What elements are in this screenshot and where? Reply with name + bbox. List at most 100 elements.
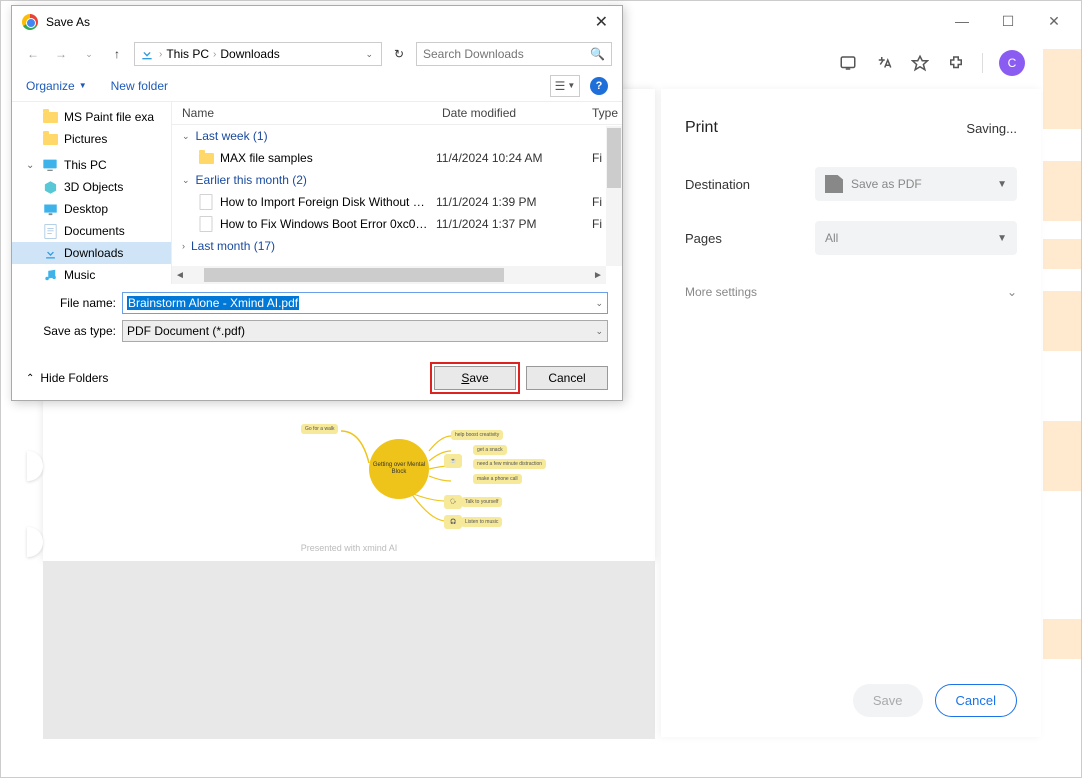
search-box[interactable]: 🔍 (416, 42, 612, 66)
mindmap-branch: need a few minute distraction (473, 459, 546, 469)
nav-recent-dropdown[interactable]: ⌄ (78, 43, 100, 65)
address-breadcrumb[interactable]: › This PC › Downloads ⌄ (134, 42, 382, 66)
mindmap-preview: Getting over Mental Block Go for a walk … (311, 421, 551, 551)
pages-select[interactable]: All ▼ (815, 221, 1017, 255)
help-button[interactable]: ? (590, 77, 608, 95)
destination-select[interactable]: Save as PDF ▼ (815, 167, 1017, 201)
preview-background (43, 561, 655, 739)
mindmap-branch: make a phone call (473, 474, 522, 484)
tree-item-label: Documents (64, 224, 125, 238)
file-group-header[interactable]: ⌄Earlier this month (2) (172, 169, 622, 191)
search-icon: 🔍 (590, 47, 605, 61)
profile-avatar[interactable]: C (999, 50, 1025, 76)
tree-item-ms-paint-file-exa[interactable]: MS Paint file exa (12, 106, 171, 128)
cast-icon[interactable] (838, 53, 858, 73)
mindmap-connectors (311, 421, 551, 551)
bg-decoration (1043, 239, 1081, 269)
nav-forward-button[interactable]: → (50, 43, 72, 65)
bg-decoration (1043, 291, 1081, 351)
tree-item-label: 3D Objects (64, 180, 123, 194)
pages-value: All (825, 231, 838, 245)
mindmap-branch: get a snack (473, 445, 507, 455)
list-header[interactable]: Name Date modified Type (172, 102, 622, 125)
dialog-save-button[interactable]: Save (434, 366, 516, 390)
mindmap-branch: Go for a walk (301, 424, 338, 434)
folder-icon (42, 131, 58, 147)
tree-item-label: Pictures (64, 132, 107, 146)
print-panel: Print Saving... Destination Save as PDF … (661, 89, 1041, 737)
tree-item-pictures[interactable]: Pictures (12, 128, 171, 150)
tree-item-desktop[interactable]: Desktop (12, 198, 171, 220)
translate-icon[interactable] (874, 53, 894, 73)
refresh-button[interactable]: ↻ (388, 43, 410, 65)
folder-tree: MS Paint file exa Pictures ⌄This PC 3D Obje… (12, 102, 172, 284)
column-date[interactable]: Date modified (442, 106, 592, 120)
chrome-icon (22, 14, 38, 30)
breadcrumb-item[interactable]: This PC (166, 47, 209, 61)
search-input[interactable] (423, 47, 590, 61)
nav-back-button[interactable]: ← (22, 43, 44, 65)
window-minimize-button[interactable]: — (939, 5, 985, 37)
column-name[interactable]: Name (182, 106, 442, 120)
tree-item-3d-objects[interactable]: 3D Objects (12, 176, 171, 198)
chevron-down-icon[interactable]: ⌄ (595, 298, 603, 309)
file-row[interactable]: How to Import Foreign Disk Without Losi.… (172, 191, 622, 213)
pc-icon (42, 157, 58, 173)
hide-folders-toggle[interactable]: ⌃ Hide Folders (26, 371, 108, 385)
bookmark-star-icon[interactable] (910, 53, 930, 73)
file-row[interactable]: MAX file samples11/4/2024 10:24 AMFi (172, 147, 622, 169)
tree-item-downloads[interactable]: Downloads (12, 242, 171, 264)
chevron-down-icon: ▼ (997, 233, 1007, 244)
dialog-close-button[interactable]: ✕ (591, 8, 612, 36)
savetype-select[interactable]: PDF Document (*.pdf) ⌄ (122, 320, 608, 342)
desktop-icon (42, 201, 58, 217)
folder-icon (198, 150, 214, 166)
mindmap-branch-icon: 🎧 (444, 515, 462, 529)
vertical-scrollbar[interactable] (606, 126, 622, 266)
more-settings-toggle[interactable]: More settings ⌄ (661, 271, 1041, 313)
filename-label: File name: (26, 296, 116, 310)
print-status: Saving... (966, 121, 1017, 136)
bg-decoration (1043, 619, 1081, 659)
chevron-icon: ⌄ (182, 175, 190, 186)
print-title: Print (685, 119, 718, 137)
pdf-icon (825, 175, 843, 193)
extensions-icon[interactable] (946, 53, 966, 73)
dialog-title: Save As (46, 15, 90, 29)
tree-item-label: Music (64, 268, 95, 282)
dialog-cancel-button[interactable]: Cancel (526, 366, 608, 390)
file-row[interactable]: How to Fix Windows Boot Error 0xc00000..… (172, 213, 622, 235)
tree-item-music[interactable]: Music (12, 264, 171, 284)
organize-menu[interactable]: Organize ▼ (26, 79, 87, 93)
chevron-down-icon: ▼ (997, 179, 1007, 190)
print-cancel-button[interactable]: Cancel (935, 684, 1017, 717)
doc-icon (42, 223, 58, 239)
tree-item-this-pc[interactable]: ⌄This PC (12, 154, 171, 176)
3d-icon (42, 179, 58, 195)
preview-handle[interactable] (27, 527, 43, 557)
file-group-header[interactable]: ›Last month (17) (172, 235, 622, 257)
tree-item-label: Downloads (64, 246, 123, 260)
file-group-header[interactable]: ⌄Last week (1) (172, 125, 622, 147)
view-options-button[interactable]: ☰ ▼ (550, 75, 580, 97)
bg-decoration (1043, 49, 1081, 129)
breadcrumb-item[interactable]: Downloads (220, 47, 279, 61)
new-folder-button[interactable]: New folder (111, 79, 168, 93)
window-maximize-button[interactable]: ☐ (985, 5, 1031, 37)
tree-item-label: MS Paint file exa (64, 110, 154, 124)
filename-value: Brainstorm Alone - Xmind AI.pdf (127, 296, 299, 310)
nav-up-button[interactable]: ↑ (106, 43, 128, 65)
column-type[interactable]: Type (592, 106, 612, 120)
window-close-button[interactable]: ✕ (1031, 5, 1077, 37)
tree-item-documents[interactable]: Documents (12, 220, 171, 242)
dialog-titlebar: Save As ✕ (12, 6, 622, 38)
breadcrumb-dropdown[interactable]: ⌄ (361, 49, 377, 60)
divider (982, 53, 983, 73)
filename-input[interactable]: Brainstorm Alone - Xmind AI.pdf ⌄ (122, 292, 608, 314)
preview-handle[interactable] (27, 451, 43, 481)
print-save-button[interactable]: Save (853, 684, 923, 717)
chevron-down-icon[interactable]: ⌄ (595, 326, 603, 337)
file-date: 11/1/2024 1:39 PM (436, 195, 586, 209)
tree-item-label: Desktop (64, 202, 108, 216)
horizontal-scrollbar[interactable]: ◄► (172, 266, 606, 284)
